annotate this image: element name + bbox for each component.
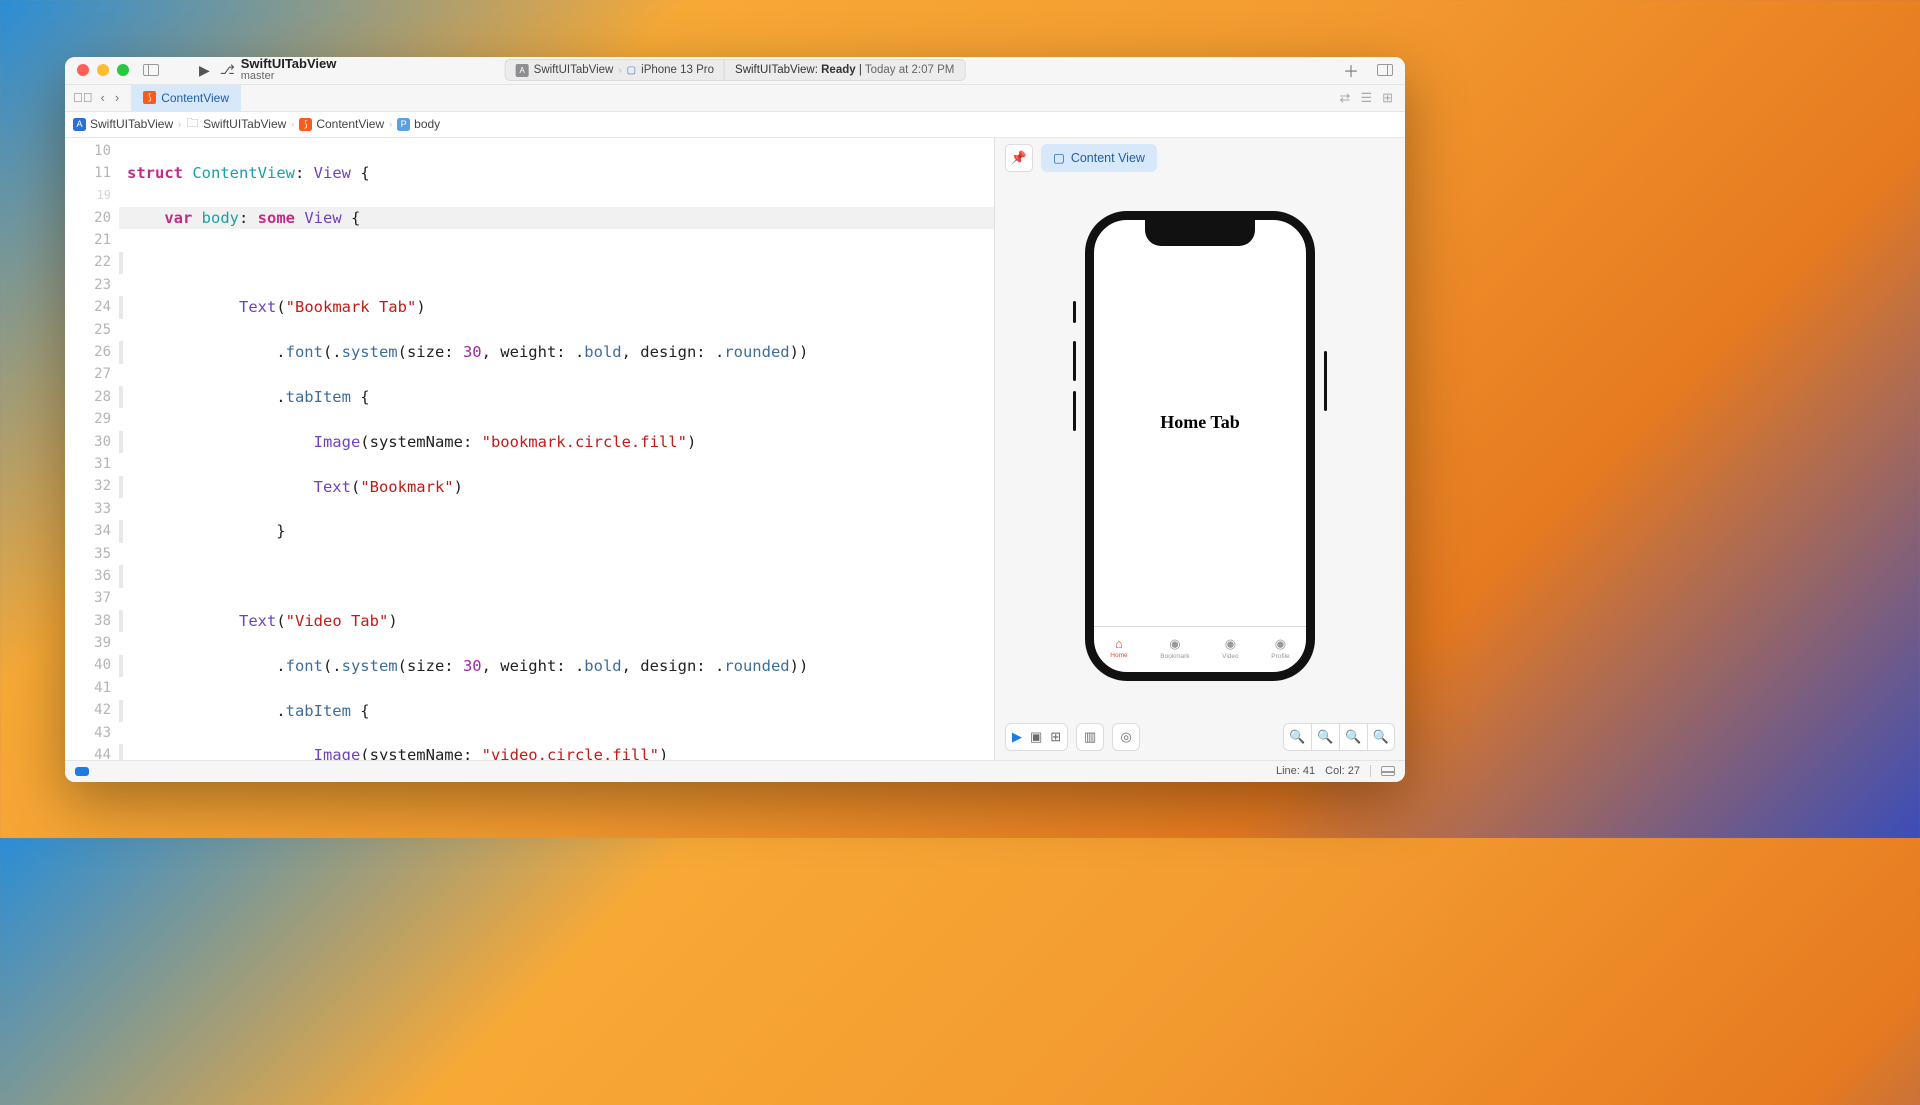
phone-preview: Home Tab ⌂Home ◉Bookmark ◉Video ◉Profile xyxy=(1085,211,1315,681)
crumb-symbol[interactable]: Pbody xyxy=(395,115,442,133)
line-gutter: 10 11 19 20 21 22 23 24 25 26 27 28 29 3… xyxy=(65,138,119,760)
canvas-bottom-toolbar: ▶ ▣ ⊞ ▥ ◎ 🔍 🔍 🔍 🔍 xyxy=(995,714,1405,760)
zoom-actual-button[interactable]: 🔍 xyxy=(1339,723,1367,751)
jump-bar[interactable]: ASwiftUITabView › 🗀SwiftUITabView › ⟆Con… xyxy=(65,112,1405,138)
live-preview-icon: ▶ xyxy=(1012,729,1022,745)
house-fill-icon: ⌂ xyxy=(1115,636,1123,651)
library-button[interactable]: ＋ xyxy=(1343,58,1359,82)
chevron-right-icon: › xyxy=(618,65,621,76)
chevron-right-icon: › xyxy=(178,119,181,129)
toggle-inspectors-button[interactable] xyxy=(1377,64,1393,76)
preview-mode-group[interactable]: ▶ ▣ ⊞ xyxy=(1005,723,1068,751)
add-editor-button[interactable]: ⊞ xyxy=(1382,90,1393,106)
branch-name: master xyxy=(241,71,337,83)
phone-tab-home: ⌂Home xyxy=(1110,636,1127,659)
canvas-area[interactable]: Home Tab ⌂Home ◉Bookmark ◉Video ◉Profile xyxy=(995,178,1405,714)
phone-tabbar: ⌂Home ◉Bookmark ◉Video ◉Profile xyxy=(1094,626,1306,672)
window-controls xyxy=(77,64,129,76)
scheme-segment[interactable]: A SwiftUITabView › ▢ iPhone 13 Pro xyxy=(506,60,725,80)
preview-selector-button[interactable]: ▢ Content View xyxy=(1041,144,1157,172)
activity-indicator[interactable] xyxy=(75,767,89,776)
toggle-navigator-button[interactable] xyxy=(143,64,159,76)
zoom-out-button[interactable]: 🔍 xyxy=(1283,723,1311,751)
crumb-folder[interactable]: 🗀SwiftUITabView xyxy=(184,115,288,133)
bookmark-circle-fill-icon: ◉ xyxy=(1169,636,1180,652)
source-editor[interactable]: 10 11 19 20 21 22 23 24 25 26 27 28 29 3… xyxy=(65,138,994,760)
status-sep: | xyxy=(859,64,862,76)
status-segment: SwiftUITabView: Ready | Today at 2:07 PM xyxy=(725,60,964,80)
zoom-in-button[interactable]: 🔍 xyxy=(1367,723,1395,751)
app-icon: A xyxy=(516,64,529,77)
phone-tab-profile: ◉Profile xyxy=(1271,636,1289,660)
zoom-fit-button[interactable]: 🔍 xyxy=(1311,723,1339,751)
folder-icon: 🗀 xyxy=(186,118,199,131)
xcode-window: ▶ ⎇ SwiftUITabView master A SwiftUITabVi… xyxy=(65,57,1405,782)
preview-settings-button[interactable]: ◎ xyxy=(1112,723,1140,751)
close-window-button[interactable] xyxy=(77,64,89,76)
preview-selector-label: Content View xyxy=(1071,151,1145,165)
related-items-button[interactable]: ⌘⃞ xyxy=(69,87,97,108)
crumb-file[interactable]: ⟆ContentView xyxy=(297,115,386,133)
nav-forward-button[interactable]: › xyxy=(111,87,123,108)
device-name: iPhone 13 Pro xyxy=(641,64,714,76)
toggle-debug-area-button[interactable] xyxy=(1381,766,1395,776)
run-button[interactable]: ▶ xyxy=(199,62,210,79)
preview-device-icon: ▢ xyxy=(1053,150,1065,165)
variants-preview-icon: ⊞ xyxy=(1050,729,1061,745)
phone-tab-video: ◉Video xyxy=(1222,636,1239,660)
cursor-col: Col: 27 xyxy=(1325,765,1360,777)
editor-options: ⇄ ☰ ⊞ xyxy=(1340,90,1401,106)
statusbar-separator xyxy=(1370,765,1371,777)
adjust-editor-button[interactable]: ☰ xyxy=(1360,90,1372,106)
swift-file-icon: ⟆ xyxy=(143,91,156,104)
titlebar-right: ＋ xyxy=(1343,58,1393,82)
canvas-toolbar: 📌 ▢ Content View xyxy=(995,138,1405,178)
crumb-project[interactable]: ASwiftUITabView xyxy=(71,115,175,133)
person-crop-circle-icon: ◉ xyxy=(1275,636,1286,652)
editor-tabbar: ⌘⃞ ‹ › ⟆ ContentView ⇄ ☰ ⊞ xyxy=(65,85,1405,112)
minimize-window-button[interactable] xyxy=(97,64,109,76)
cursor-line: Line: 41 xyxy=(1276,765,1315,777)
property-icon: P xyxy=(397,118,410,131)
scheme-selector[interactable]: SwiftUITabView master xyxy=(241,57,337,82)
phone-volume-up xyxy=(1073,341,1076,381)
tab-contentview[interactable]: ⟆ ContentView xyxy=(131,85,241,111)
pin-preview-button[interactable]: 📌 xyxy=(1005,144,1033,172)
zoom-controls: 🔍 🔍 🔍 🔍 xyxy=(1283,723,1395,751)
device-icon: ▢ xyxy=(627,65,636,76)
zoom-window-button[interactable] xyxy=(117,64,129,76)
status-ready: Ready xyxy=(821,64,856,76)
source-control-icon: ⎇ xyxy=(220,62,235,78)
swift-file-icon: ⟆ xyxy=(299,118,312,131)
chevron-right-icon: › xyxy=(291,119,294,129)
phone-tab-bookmark: ◉Bookmark xyxy=(1160,636,1189,660)
code-text[interactable]: struct ContentView: View { var body: som… xyxy=(119,138,994,760)
device-settings-button[interactable]: ▥ xyxy=(1076,723,1104,751)
chevron-right-icon: › xyxy=(389,119,392,129)
status-time: Today at 2:07 PM xyxy=(865,64,955,76)
phone-content-label: Home Tab xyxy=(1094,220,1306,626)
statusbar: Line: 41 Col: 27 xyxy=(65,760,1405,782)
project-icon: A xyxy=(73,118,86,131)
project-name: SwiftUITabView xyxy=(241,57,337,71)
titlebar: ▶ ⎇ SwiftUITabView master A SwiftUITabVi… xyxy=(65,57,1405,85)
video-circle-fill-icon: ◉ xyxy=(1225,636,1236,652)
phone-silence-switch xyxy=(1073,301,1076,323)
editor-body: 10 11 19 20 21 22 23 24 25 26 27 28 29 3… xyxy=(65,138,1405,760)
tab-label: ContentView xyxy=(161,91,229,105)
code-review-button[interactable]: ⇄ xyxy=(1340,90,1351,106)
status-project: SwiftUITabView: xyxy=(735,64,818,76)
phone-volume-down xyxy=(1073,391,1076,431)
canvas-panel: 📌 ▢ Content View Home Tab xyxy=(995,138,1405,760)
nav-back-button[interactable]: ‹ xyxy=(97,87,109,108)
selectable-preview-icon: ▣ xyxy=(1030,729,1042,745)
scheme-name: SwiftUITabView xyxy=(534,64,614,76)
phone-side-button xyxy=(1324,351,1327,411)
activity-viewer[interactable]: A SwiftUITabView › ▢ iPhone 13 Pro Swift… xyxy=(505,59,966,81)
